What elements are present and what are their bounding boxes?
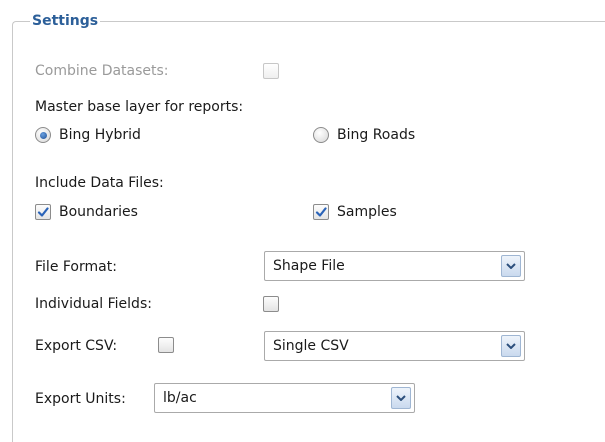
- bing-hybrid-label: Bing Hybrid: [59, 127, 141, 143]
- export-units-label: Export Units:: [35, 391, 126, 407]
- settings-panel: Settings Combine Datasets: Master base l…: [0, 0, 605, 442]
- file-format-value: Shape File: [273, 258, 345, 274]
- bing-roads-radio[interactable]: [313, 127, 329, 143]
- file-format-dropdown-button[interactable]: [501, 255, 521, 277]
- chevron-down-icon: [396, 395, 406, 401]
- check-icon: [37, 207, 49, 217]
- combine-datasets-checkbox[interactable]: [263, 63, 279, 79]
- settings-legend: Settings: [30, 11, 101, 31]
- boundaries-checkbox[interactable]: [35, 204, 51, 220]
- export-units-dropdown-button[interactable]: [391, 387, 411, 409]
- include-data-files-label: Include Data Files:: [35, 175, 164, 191]
- bing-hybrid-option[interactable]: Bing Hybrid: [35, 126, 141, 144]
- csv-mode-value: Single CSV: [273, 338, 349, 354]
- export-csv-row: Export CSV:: [35, 337, 117, 355]
- check-icon: [315, 207, 327, 217]
- master-base-layer-row: Master base layer for reports:: [35, 98, 243, 116]
- settings-fieldset: [12, 21, 605, 442]
- chevron-down-icon: [506, 263, 516, 269]
- bing-roads-option[interactable]: Bing Roads: [313, 126, 415, 144]
- bing-roads-label: Bing Roads: [337, 127, 416, 143]
- combine-datasets-row: Combine Datasets:: [35, 62, 169, 80]
- include-data-files-row: Include Data Files:: [35, 174, 164, 192]
- chevron-down-icon: [506, 343, 516, 349]
- csv-mode-dropdown-button[interactable]: [501, 335, 521, 357]
- individual-fields-row-check: [263, 296, 279, 312]
- file-format-row: File Format:: [35, 258, 117, 276]
- individual-fields-label: Individual Fields:: [35, 296, 152, 312]
- export-csv-label: Export CSV:: [35, 338, 118, 354]
- export-csv-checkbox[interactable]: [158, 337, 174, 353]
- combine-datasets-row-check: [263, 63, 279, 79]
- export-csv-row-check: [158, 337, 174, 353]
- samples-checkbox[interactable]: [313, 204, 329, 220]
- boundaries-label: Boundaries: [59, 204, 138, 220]
- bing-hybrid-radio[interactable]: [35, 127, 51, 143]
- individual-fields-row: Individual Fields:: [35, 295, 152, 313]
- file-format-label: File Format:: [35, 259, 117, 275]
- combine-datasets-label: Combine Datasets:: [35, 63, 169, 79]
- export-units-select[interactable]: lb/ac: [154, 383, 415, 413]
- export-units-value: lb/ac: [163, 390, 197, 406]
- samples-option[interactable]: Samples: [313, 203, 397, 221]
- boundaries-option[interactable]: Boundaries: [35, 203, 138, 221]
- file-format-select[interactable]: Shape File: [264, 251, 525, 281]
- master-base-layer-label: Master base layer for reports:: [35, 99, 244, 115]
- radio-selected-dot: [39, 131, 47, 139]
- export-units-row: Export Units:: [35, 390, 126, 408]
- individual-fields-checkbox[interactable]: [263, 296, 279, 312]
- csv-mode-select[interactable]: Single CSV: [264, 331, 525, 361]
- samples-label: Samples: [337, 204, 397, 220]
